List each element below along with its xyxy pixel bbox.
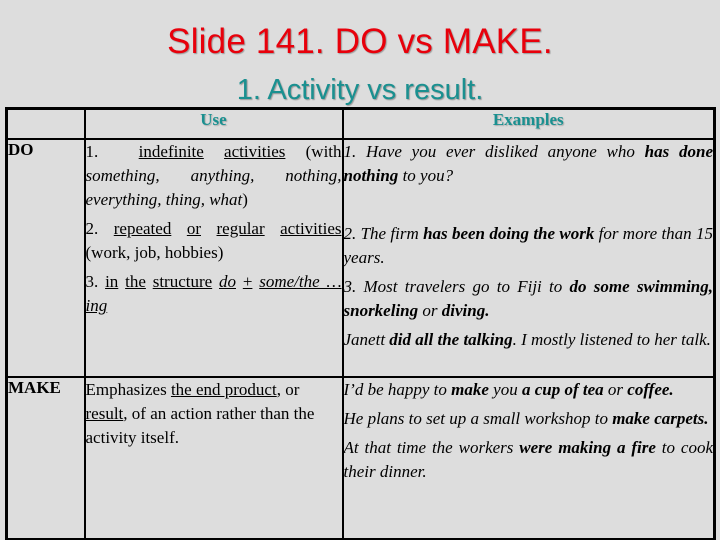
underlined-text: in <box>105 272 119 291</box>
table-header-row: Use Examples <box>5 107 716 140</box>
header-examples: Examples <box>341 107 716 140</box>
underlined-text: the <box>125 272 146 291</box>
italic-text: . I mostly listened to her talk. <box>512 330 711 349</box>
make-example-3: At that time the workers were making a f… <box>344 436 714 484</box>
plain-text: Emphasizes <box>85 380 171 399</box>
do-example-2: 2. The firm has been doing the work for … <box>344 222 714 270</box>
plain-text: (with <box>285 142 342 161</box>
bold-italic-text: were making a fire <box>519 438 656 457</box>
make-examples-cell: I’d be happy to make you a cup of tea or… <box>341 376 716 540</box>
row-label-do: DO <box>5 138 86 378</box>
bold-italic-text: did all the talking <box>389 330 513 349</box>
italic-text: At that time the workers <box>343 438 520 457</box>
underlined-text: or <box>186 219 201 238</box>
bold-italic-text: has been doing the work <box>423 224 595 243</box>
do-use-item-1: 1. indefinite activities (with something… <box>86 140 342 212</box>
bold-italic-text: make <box>451 380 489 399</box>
plain-text: (work, job, hobbies) <box>85 243 224 262</box>
do-example-3: 3. Most travelers go to Fiji to do some … <box>344 275 714 323</box>
do-use-item-2: 2. repeated or regular activities (work,… <box>86 217 342 265</box>
make-use-cell: Emphasizes the end product, or result, o… <box>83 376 344 540</box>
bold-italic-text: a cup of tea <box>521 380 604 399</box>
plain-text: ) <box>242 190 248 209</box>
italic-text: He plans to set up a small workshop to <box>343 409 613 428</box>
underlined-text: the end product <box>170 380 277 399</box>
italic-text: you <box>488 380 522 399</box>
slide-title: Slide 141. DO vs MAKE. <box>167 22 553 61</box>
table-row-do: DO 1. indefinite activities (with someth… <box>5 138 716 378</box>
item-number: 2. <box>85 219 99 238</box>
plain-text: , or <box>276 380 300 399</box>
underlined-text: structure <box>152 272 213 291</box>
underlined-text: indefinite <box>138 142 204 161</box>
italic-text: or <box>418 301 442 320</box>
underlined-italic-text: do <box>219 272 236 291</box>
table-row-make: MAKE Emphasizes the end product, or resu… <box>5 376 716 540</box>
do-vs-make-table: Use Examples DO 1. indefinite activities… <box>5 107 716 540</box>
header-use: Use <box>83 107 344 140</box>
make-example-1: I’d be happy to make you a cup of tea or… <box>344 378 714 402</box>
header-empty <box>5 107 86 140</box>
do-example-1: 1. Have you ever disliked anyone who has… <box>344 140 714 188</box>
italic-text: something, anything, nothing, everything… <box>85 166 342 209</box>
bold-italic-text: coffee. <box>627 380 674 399</box>
plus-sign: + <box>242 272 253 291</box>
do-use-item-3: 3. in the structure do + some/the … ing <box>86 270 342 318</box>
row-label-make: MAKE <box>5 376 86 540</box>
do-example-4: Janett did all the talking. I mostly lis… <box>344 328 714 352</box>
item-number: 1. <box>85 142 99 161</box>
underlined-italic-text: some/the … ing <box>85 272 342 315</box>
italic-text: I’d be happy to <box>343 380 452 399</box>
underlined-text: result <box>85 404 124 423</box>
underlined-text: activities <box>280 219 342 238</box>
item-number: 3. <box>85 272 99 291</box>
italic-text: 3. Most travelers go to Fiji to <box>343 277 570 296</box>
make-use-text: Emphasizes the end product, or result, o… <box>86 378 342 450</box>
slide-subtitle: 1. Activity vs result. <box>236 74 484 106</box>
italic-text: 2. The firm <box>343 224 424 243</box>
underlined-text: activities <box>224 142 286 161</box>
make-example-2: He plans to set up a small workshop to m… <box>344 407 714 431</box>
do-examples-cell: 1. Have you ever disliked anyone who has… <box>341 138 716 378</box>
italic-text: to you? <box>398 166 454 185</box>
bold-italic-text: diving. <box>441 301 490 320</box>
do-use-cell: 1. indefinite activities (with something… <box>83 138 344 378</box>
underlined-text: repeated <box>113 219 172 238</box>
italic-text: or <box>603 380 628 399</box>
bold-italic-text: make carpets. <box>612 409 709 428</box>
italic-text: Janett <box>343 330 390 349</box>
underlined-text: regular <box>216 219 265 238</box>
italic-text: 1. Have you ever disliked anyone who <box>343 142 645 161</box>
